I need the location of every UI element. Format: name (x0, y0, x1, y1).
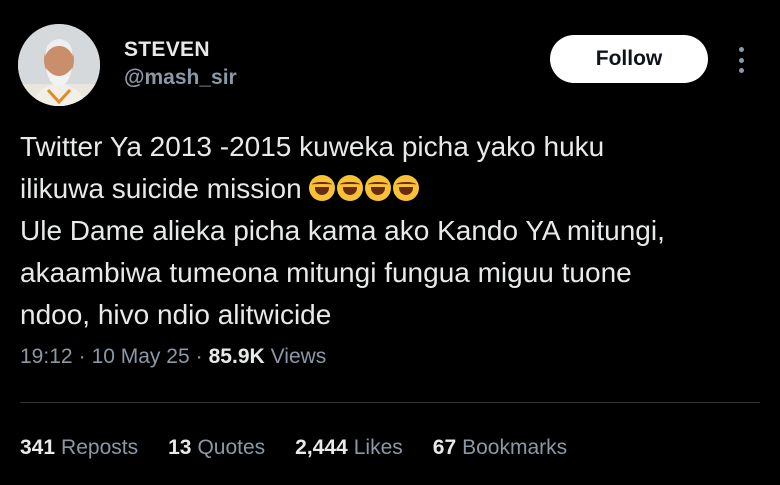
likes-count: 2,444 (295, 436, 348, 459)
dot (738, 47, 744, 52)
bookmarks-stat[interactable]: 67 Bookmarks (433, 436, 567, 460)
laughing-emoji-icon (365, 175, 392, 201)
separator-dot: · (195, 345, 203, 368)
dot (738, 57, 744, 63)
avatar[interactable] (18, 24, 100, 106)
laughing-emoji-icon (309, 175, 336, 201)
views-count[interactable]: 85.9K (209, 345, 265, 369)
avatar-image (18, 24, 100, 106)
quotes-count: 13 (168, 436, 192, 459)
follow-button[interactable]: Follow (550, 35, 708, 83)
separator-dot: · (78, 345, 86, 368)
tweet-line-2: ilikuwa suicide mission (20, 173, 302, 204)
tweet-meta: 19:12 · 10 May 25 · 85.9K Views (20, 345, 326, 369)
laughing-emoji-group (309, 175, 420, 201)
bookmarks-label: Bookmarks (462, 436, 568, 459)
user-handle[interactable]: @mash_sir (124, 66, 237, 90)
tweet-line-3: Ule Dame alieka picha kama ako Kando YA … (20, 215, 665, 246)
divider (20, 402, 760, 403)
tweet-line-4: akaambiwa tumeona mitungi fungua miguu t… (20, 257, 632, 288)
more-options-icon[interactable] (733, 44, 749, 76)
quotes-label: Quotes (197, 436, 266, 459)
tweet-line-5: ndoo, hivo ndio alitwicide (20, 299, 332, 330)
tweet-time[interactable]: 19:12 (20, 345, 73, 369)
likes-stat[interactable]: 2,444 Likes (295, 436, 403, 460)
views-label: Views (270, 345, 327, 368)
quotes-stat[interactable]: 13 Quotes (168, 436, 265, 460)
reposts-stat[interactable]: 341 Reposts (20, 436, 138, 460)
likes-label: Likes (353, 436, 403, 459)
dot (738, 68, 744, 73)
tweet-line-1: Twitter Ya 2013 -2015 kuweka picha yako … (20, 131, 605, 162)
tweet-date[interactable]: 10 May 25 (92, 345, 190, 369)
tweet-text: Twitter Ya 2013 -2015 kuweka picha yako … (20, 126, 760, 336)
display-name[interactable]: STEVEN (124, 38, 210, 62)
reposts-count: 341 (20, 436, 56, 459)
reposts-label: Reposts (61, 436, 139, 459)
laughing-emoji-icon (337, 175, 364, 201)
bookmarks-count: 67 (432, 436, 457, 459)
laughing-emoji-icon (393, 175, 420, 201)
engagement-stats: 341 Reposts 13 Quotes 2,444 Likes 67 Bookmar… (20, 436, 567, 460)
